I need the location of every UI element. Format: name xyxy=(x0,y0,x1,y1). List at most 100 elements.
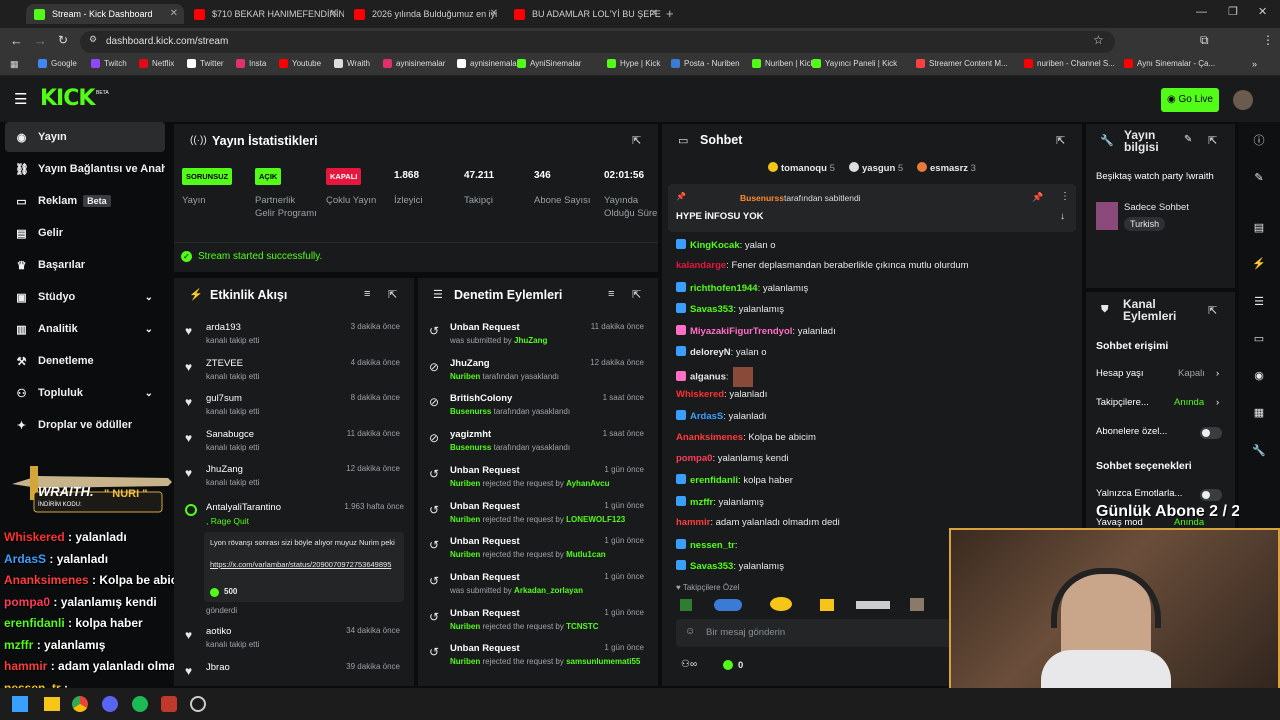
popout-icon[interactable]: ⇱ xyxy=(1208,134,1217,147)
sidebar-item-3[interactable]: ▤ Gelir xyxy=(5,218,165,248)
popout-icon[interactable]: ⇱ xyxy=(1056,134,1065,147)
popout-icon[interactable]: ⇱ xyxy=(1208,304,1217,317)
bookmark-item[interactable]: Wraith xyxy=(334,59,370,68)
chat-username[interactable]: ArdasS xyxy=(690,411,723,422)
chat-username[interactable]: kalandarge xyxy=(676,260,726,271)
pin-toggle-icon[interactable]: 📌 xyxy=(1032,192,1043,203)
sidebar-item-7[interactable]: ⚒ Denetleme xyxy=(5,346,165,376)
menu-icon[interactable]: ⋮ xyxy=(1262,33,1274,47)
bookmark-item[interactable]: aynisinemalar xyxy=(457,59,519,68)
bookmark-item[interactable]: Twitch xyxy=(91,59,127,68)
chat-username[interactable]: richthofen1944 xyxy=(690,283,758,294)
chat-username[interactable]: MiyazakiFigurTrendyol xyxy=(690,326,792,337)
popout-icon[interactable]: ⇱ xyxy=(632,288,641,301)
app-icon[interactable] xyxy=(161,696,177,712)
site-info-icon[interactable]: ⚙ xyxy=(89,34,97,45)
bookmark-item[interactable]: Yayıncı Paneli | Kick xyxy=(812,59,897,68)
emote[interactable] xyxy=(856,601,890,609)
top-gifter[interactable]: yasgun 5 xyxy=(849,162,903,174)
bookmark-item[interactable]: Google xyxy=(38,59,77,68)
chat-username[interactable]: Savas353 xyxy=(690,561,733,572)
url-input[interactable]: dashboard.kick.com/stream xyxy=(80,31,1115,53)
chat-username[interactable]: hammir xyxy=(676,517,710,528)
sidebar-item-9[interactable]: ✦ Droplar ve ödüller xyxy=(5,410,165,440)
close-tab-icon[interactable]: ✕ xyxy=(330,8,338,19)
list-icon[interactable]: ☰ xyxy=(1245,288,1273,316)
bookmark-item[interactable]: Aynı Sinemalar - Ça... xyxy=(1124,59,1215,68)
kebab-menu-icon[interactable]: ⋮ xyxy=(1060,191,1070,202)
bookmark-item[interactable]: Posta - Nuriben xyxy=(671,59,740,68)
followers-only-row[interactable]: Takipçilere... Anında › xyxy=(1096,397,1224,408)
close-tab-icon[interactable]: ✕ xyxy=(650,8,658,19)
spotify-icon[interactable] xyxy=(132,696,148,712)
extensions-icon[interactable]: ⧉ xyxy=(1200,33,1209,48)
broadcast-icon[interactable]: ◉ xyxy=(1245,362,1273,390)
pinned-by-user[interactable]: Busenurss xyxy=(740,193,784,203)
filter-icon[interactable]: ≡ xyxy=(364,288,370,300)
tab-kick-dashboard[interactable]: Stream - Kick Dashboard ✕ xyxy=(26,4,184,24)
chrome-icon[interactable] xyxy=(72,696,88,712)
chat-icon[interactable]: ▭ xyxy=(1245,325,1273,353)
bookmark-item[interactable]: Hype | Kick xyxy=(607,59,660,68)
window-close-button[interactable]: ✕ xyxy=(1258,5,1267,18)
tab-youtube-1[interactable]: $710 BEKAR HANIMEFENDİNİN ✕ xyxy=(186,4,344,24)
top-gifter[interactable]: esmasrz 3 xyxy=(917,162,976,174)
bookmark-item[interactable]: Nuriben | Kick xyxy=(752,59,815,68)
sidebar-item-2[interactable]: ▭ Reklam Beta xyxy=(5,186,165,216)
app-icon[interactable] xyxy=(190,696,206,712)
bookmark-item[interactable]: Twitter xyxy=(187,59,224,68)
bookmark-item[interactable]: Netflix xyxy=(139,59,174,68)
filter-icon[interactable]: ≡ xyxy=(608,288,614,300)
pencil-icon[interactable]: ✎ xyxy=(1245,164,1273,192)
chat-input[interactable]: ☺ Bir mesaj gönderin xyxy=(676,619,966,647)
emote[interactable] xyxy=(770,597,792,611)
info-icon[interactable]: ⓘ xyxy=(1245,127,1273,155)
subs-only-toggle[interactable] xyxy=(1200,427,1222,439)
bookmark-item[interactable]: Insta xyxy=(236,59,266,68)
window-restore-button[interactable]: ❐ xyxy=(1228,5,1238,18)
window-minimize-button[interactable]: — xyxy=(1196,6,1207,18)
sidebar-item-8[interactable]: ⚇ Topluluk ⌄ xyxy=(5,378,165,408)
windows-start-icon[interactable] xyxy=(12,696,28,712)
sidebar-item-4[interactable]: ♛ Başarılar xyxy=(5,250,165,280)
chat-username[interactable]: deloreyN xyxy=(690,347,731,358)
users-icon[interactable]: ⚇∞ xyxy=(681,659,697,670)
account-age-row[interactable]: Hesap yaşı Kapalı › xyxy=(1096,368,1224,379)
emote[interactable] xyxy=(680,599,692,611)
sidebar-item-6[interactable]: ▥ Analitik ⌄ xyxy=(5,314,165,344)
chat-username[interactable]: Whiskered xyxy=(676,389,724,400)
activity-icon[interactable]: ⚡ xyxy=(1245,250,1273,278)
tab-youtube-3[interactable]: BU ADAMLAR LOL'Yİ BU ŞEFE ✕ xyxy=(506,4,664,24)
file-explorer-icon[interactable] xyxy=(44,697,60,711)
emote[interactable] xyxy=(820,599,834,611)
emote[interactable] xyxy=(714,599,742,611)
chat-username[interactable]: pompa0 xyxy=(676,453,712,464)
go-live-button[interactable]: ◉ Go Live xyxy=(1161,88,1219,112)
bookmark-item[interactable]: nuriben - Channel S... xyxy=(1024,59,1115,68)
gift-user[interactable]: AntalyaliTarantino xyxy=(206,502,281,513)
bookmark-item[interactable]: Youtube xyxy=(279,59,321,68)
stats-card-icon[interactable]: ▤ xyxy=(1245,214,1273,242)
chat-username[interactable]: mzffr xyxy=(690,497,713,508)
back-icon[interactable]: ← xyxy=(10,33,23,48)
top-gifter[interactable]: tomanoqu 5 xyxy=(768,162,835,174)
more-bookmarks-icon[interactable]: » xyxy=(1252,59,1257,69)
popout-icon[interactable]: ⇱ xyxy=(388,288,397,301)
sidebar-item-5[interactable]: ▣ Stüdyo ⌄ xyxy=(5,282,165,312)
emotes-only-toggle[interactable] xyxy=(1200,489,1222,501)
bookmark-item[interactable]: AyniSinemalar xyxy=(517,59,581,68)
arrow-down-icon[interactable]: ↓ xyxy=(1060,211,1065,222)
reload-icon[interactable]: ↻ xyxy=(58,33,68,47)
edit-icon[interactable]: ✎ xyxy=(1184,134,1192,145)
chat-username[interactable]: Ananksimenes xyxy=(676,432,743,443)
bookmark-item[interactable]: aynisinemalar xyxy=(383,59,445,68)
emote[interactable] xyxy=(910,598,924,611)
kick-logo[interactable]: KICK xyxy=(40,86,95,111)
tab-youtube-2[interactable]: 2026 yılında Bulduğumuz en iyi ✕ xyxy=(346,4,504,24)
close-tab-icon[interactable]: ✕ xyxy=(170,8,178,19)
close-tab-icon[interactable]: ✕ xyxy=(490,8,498,19)
popout-icon[interactable]: ⇱ xyxy=(632,134,641,147)
bookmark-star-icon[interactable]: ☆ xyxy=(1093,33,1104,47)
sidebar-item-0[interactable]: ◉ Yayın xyxy=(5,122,165,152)
forward-icon[interactable]: → xyxy=(34,33,47,48)
